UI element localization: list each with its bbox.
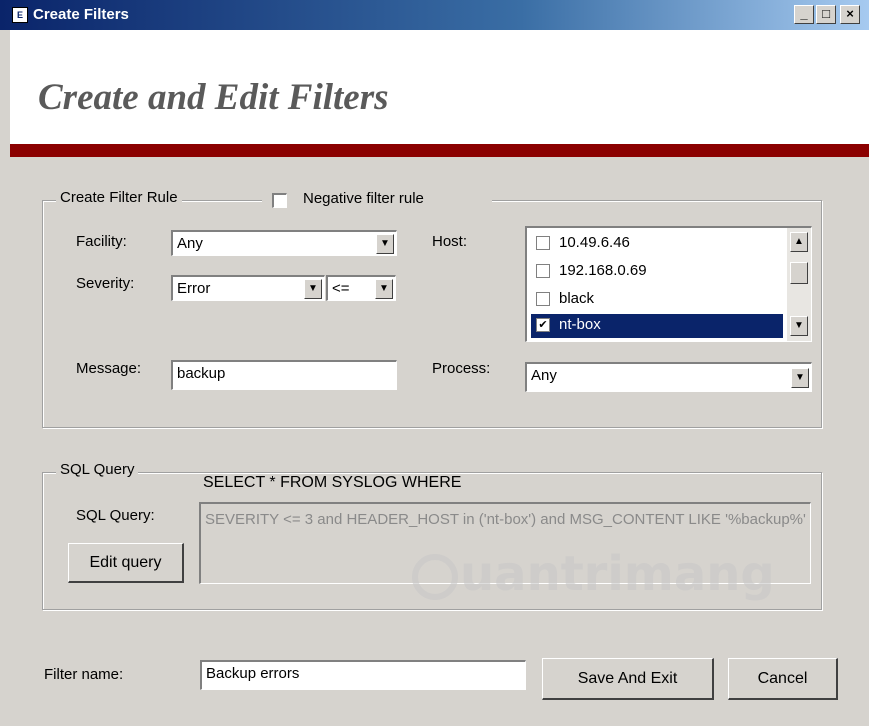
- host-item-label: 10.49.6.46: [559, 234, 630, 251]
- host-scrollbar[interactable]: ▲ ▼: [787, 228, 811, 341]
- close-button[interactable]: ×: [840, 5, 860, 24]
- scroll-thumb[interactable]: [790, 262, 808, 284]
- severity-select[interactable]: Error ▼: [171, 275, 325, 301]
- facility-label: Facility:: [76, 233, 127, 250]
- negative-filter-label: Negative filter rule: [303, 190, 424, 207]
- severity-value: Error: [177, 280, 211, 297]
- severity-label: Severity:: [76, 275, 135, 292]
- down-arrow-icon[interactable]: ▼: [791, 368, 809, 388]
- host-item-label: nt-box: [559, 316, 601, 333]
- message-input[interactable]: backup: [171, 360, 397, 390]
- host-item-label: 192.168.0.69: [559, 262, 647, 279]
- host-item-selected[interactable]: ✔ nt-box: [531, 314, 783, 338]
- scroll-up-icon[interactable]: ▲: [790, 232, 808, 252]
- title-bar: E Create Filters _ □ ×: [0, 0, 869, 30]
- process-value: Any: [531, 367, 557, 384]
- maximize-button[interactable]: □: [816, 5, 836, 24]
- sql-query-legend: SQL Query: [56, 461, 139, 478]
- watermark-icon: [412, 554, 458, 600]
- operator-value: <=: [332, 280, 350, 297]
- filter-name-value: Backup errors: [206, 665, 300, 682]
- process-select[interactable]: Any ▼: [525, 362, 812, 392]
- minimize-button[interactable]: _: [794, 5, 814, 24]
- sql-query-label: SQL Query:: [76, 507, 155, 524]
- host-checkbox[interactable]: [536, 264, 550, 278]
- host-item[interactable]: 192.168.0.69: [531, 260, 783, 284]
- operator-select[interactable]: <= ▼: [326, 275, 396, 301]
- process-label: Process:: [432, 360, 491, 377]
- save-and-exit-button[interactable]: Save And Exit: [542, 658, 714, 700]
- window-title: Create Filters: [33, 6, 129, 23]
- down-arrow-icon[interactable]: ▼: [375, 279, 393, 299]
- host-checkbox[interactable]: [536, 236, 550, 250]
- down-arrow-icon[interactable]: ▼: [304, 279, 322, 299]
- header-divider: [10, 144, 869, 157]
- host-list[interactable]: 10.49.6.46 192.168.0.69 black ✔ nt-box ▲…: [525, 226, 812, 342]
- scroll-down-icon[interactable]: ▼: [790, 316, 808, 336]
- host-item[interactable]: 10.49.6.46: [531, 232, 783, 256]
- host-checkbox[interactable]: [536, 292, 550, 306]
- message-value: backup: [177, 365, 226, 382]
- filter-rule-legend: Create Filter Rule: [56, 189, 182, 206]
- facility-select[interactable]: Any ▼: [171, 230, 397, 256]
- sql-query-value: SEVERITY <= 3 and HEADER_HOST in ('nt-bo…: [205, 511, 806, 528]
- message-label: Message:: [76, 360, 142, 377]
- watermark-text: uantrimang: [460, 546, 775, 602]
- host-checkbox[interactable]: ✔: [536, 318, 550, 332]
- edit-query-button[interactable]: Edit query: [68, 543, 184, 583]
- down-arrow-icon[interactable]: ▼: [376, 234, 394, 254]
- negative-filter-checkbox[interactable]: [272, 193, 287, 208]
- host-item-label: black: [559, 290, 595, 307]
- host-item[interactable]: black: [531, 288, 783, 312]
- sql-prefix: SELECT * FROM SYSLOG WHERE: [203, 474, 462, 491]
- host-label: Host:: [432, 233, 468, 250]
- watermark-logo: uantrimang: [412, 546, 802, 618]
- cancel-button[interactable]: Cancel: [728, 658, 838, 700]
- page-title: Create and Edit Filters: [38, 77, 389, 118]
- filter-name-input[interactable]: Backup errors: [200, 660, 526, 690]
- app-icon: E: [12, 7, 28, 23]
- facility-value: Any: [177, 235, 203, 252]
- filter-name-label: Filter name:: [44, 666, 124, 683]
